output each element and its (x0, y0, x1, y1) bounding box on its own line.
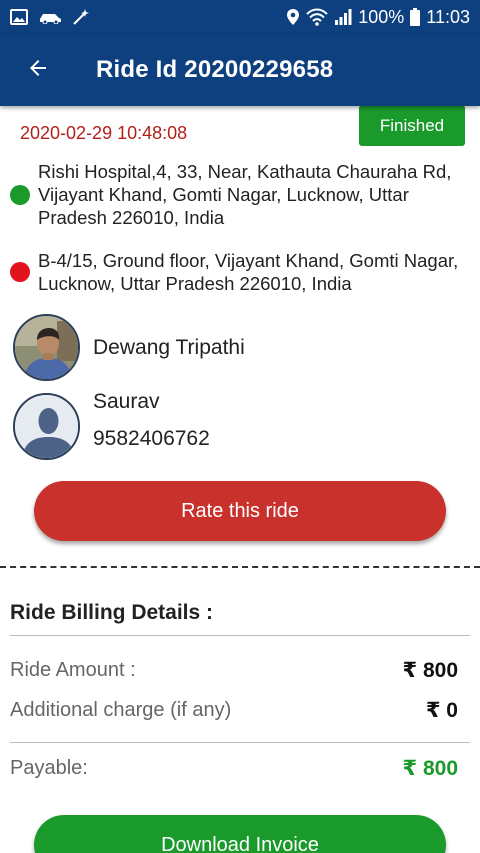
driver-avatar (13, 314, 80, 381)
ride-datetime: 2020-02-29 10:48:08 (20, 123, 188, 143)
wifi-icon (306, 8, 328, 26)
status-right: 100% 11:03 (286, 7, 470, 28)
status-badge: Finished (359, 106, 465, 146)
download-invoice-button[interactable]: Download Invoice (34, 815, 446, 853)
page-title: Ride Id 20200229658 (96, 56, 334, 83)
rider-name: Saurav (93, 390, 160, 413)
ride-amount-row: Ride Amount : ₹ 800 (10, 658, 458, 683)
pickup-address: Rishi Hospital,4, 33, Near, Kathauta Cha… (10, 160, 470, 229)
billing-title: Ride Billing Details : (10, 601, 214, 624)
rider-phone[interactable]: 9582406762 (93, 427, 210, 451)
signal-icon (334, 9, 352, 25)
gallery-icon (10, 9, 28, 25)
app-bar: Ride Id 20200229658 (0, 34, 480, 106)
drop-dot-icon (10, 262, 30, 282)
pickup-address-text: Rishi Hospital,4, 33, Near, Kathauta Cha… (38, 161, 452, 228)
divider (10, 742, 470, 743)
rider-info: Saurav 9582406762 (13, 390, 210, 460)
battery-percent: 100% (358, 6, 405, 27)
driver-name: Dewang Tripathi (93, 335, 245, 359)
additional-charge-row: Additional charge (if any) ₹ 0 (10, 698, 458, 723)
clock: 11:03 (426, 6, 470, 27)
drop-address: B-4/15, Ground floor, Vijayant Khand, Go… (10, 249, 470, 295)
driver-info: Dewang Tripathi (13, 314, 245, 381)
ride-details: Finished 2020-02-29 10:48:08 Rishi Hospi… (0, 106, 480, 853)
pickup-dot-icon (10, 184, 30, 205)
magic-wand-icon (72, 8, 90, 26)
drop-address-text: B-4/15, Ground floor, Vijayant Khand, Go… (38, 250, 459, 294)
rate-ride-button[interactable]: Rate this ride (34, 481, 446, 541)
location-icon (286, 8, 300, 26)
rider-text: Saurav 9582406762 (93, 390, 210, 451)
payable-value: ₹ 800 (402, 757, 458, 780)
payable-label: Payable: (10, 757, 88, 779)
default-user-icon (13, 393, 80, 460)
status-bar: 100% 11:03 (0, 0, 480, 34)
divider (10, 635, 470, 636)
car-icon (38, 10, 62, 24)
payable-row: Payable: ₹ 800 (10, 756, 458, 781)
additional-charge-label: Additional charge (if any) (10, 699, 232, 721)
additional-charge-value: ₹ 0 (425, 699, 458, 722)
arrow-left-icon (26, 56, 50, 85)
ride-amount-label: Ride Amount : (10, 659, 136, 681)
ride-amount-value: ₹ 800 (402, 659, 458, 682)
back-button[interactable] (0, 34, 76, 106)
status-left (10, 8, 90, 26)
dashed-divider (0, 566, 480, 568)
battery-icon (410, 8, 421, 26)
